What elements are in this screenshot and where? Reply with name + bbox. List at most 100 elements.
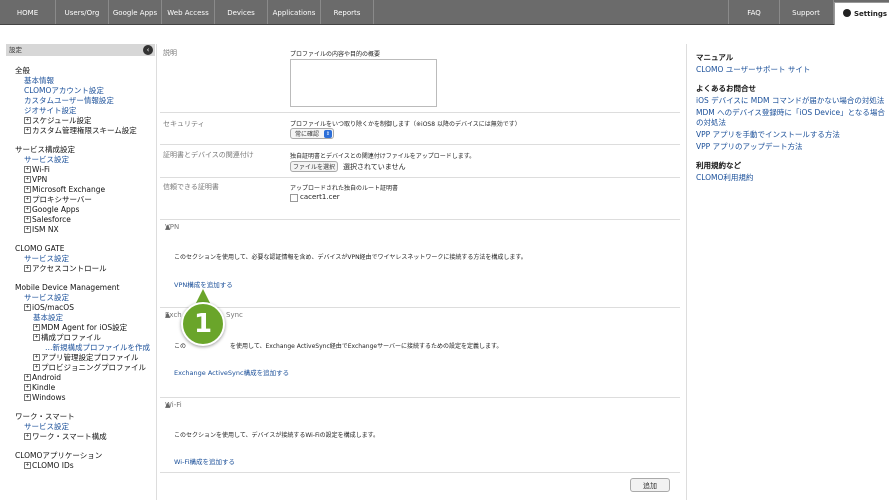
collapse-arrow-icon[interactable]: ▲ xyxy=(165,311,673,319)
sidebar-item-label: ワーク・スマート構成 xyxy=(32,432,107,441)
sidebar-item[interactable]: 基本情報 xyxy=(15,76,155,86)
sidebar-item[interactable]: …新規構成プロファイルを作成 xyxy=(15,343,155,353)
sidebar-item[interactable]: カスタムユーザー情報設定 xyxy=(15,96,155,106)
sidebar-item[interactable]: 基本設定 xyxy=(15,313,155,323)
nav-home[interactable]: HOME xyxy=(0,0,56,24)
sidebar-item[interactable]: + プロビジョニングプロファイル xyxy=(15,363,155,373)
cert-file-name: cacert1.cer xyxy=(300,193,340,201)
sidebar-item[interactable]: + iOS/macOS xyxy=(15,303,155,313)
sidebar-item[interactable]: サービス設定 xyxy=(15,422,155,432)
expand-plus-icon[interactable]: + xyxy=(24,195,31,203)
sidebar-item[interactable]: + Google Apps xyxy=(15,205,155,215)
sidebar-item[interactable]: + VPN xyxy=(15,175,155,185)
sidebar-item[interactable]: サービス設定 xyxy=(15,293,155,303)
expand-plus-icon[interactable]: + xyxy=(33,363,40,371)
select-arrows-icon: ⇕ xyxy=(324,130,332,138)
expand-plus-icon[interactable]: + xyxy=(24,215,31,223)
collapse-arrow-icon[interactable]: ▲ xyxy=(165,401,673,409)
expand-plus-icon[interactable]: + xyxy=(24,264,31,272)
main-content: 説明 プロファイルの内容や目的の概要 セキュリティ プロファイルをいつ取り除くか… xyxy=(160,44,680,500)
expand-plus-icon[interactable]: + xyxy=(24,175,31,183)
sidebar-item-label: Windows xyxy=(32,393,66,402)
expand-plus-icon[interactable]: + xyxy=(33,323,40,331)
help-link[interactable]: CLOMO利用規約 xyxy=(696,173,886,183)
expand-plus-icon[interactable]: + xyxy=(24,393,31,401)
help-link[interactable]: iOS デバイスに MDM コマンドが届かない場合の対処法 xyxy=(696,96,886,106)
nav-settings-tab[interactable]: Settings xyxy=(834,2,889,25)
sidebar-item[interactable]: + Android xyxy=(15,373,155,383)
cert-assoc-hint: 独自証明書とデバイスとの関連付けファイルをアップロードします。 xyxy=(290,153,476,160)
help-link[interactable]: VPP アプリを手動でインストールする方法 xyxy=(696,130,886,140)
help-link[interactable]: CLOMO ユーザーサポート サイト xyxy=(696,65,886,75)
sidebar-item-label: サービス設定 xyxy=(24,155,69,164)
sidebar-item-label: Salesforce xyxy=(32,215,71,224)
sidebar-item[interactable]: + ISM NX xyxy=(15,225,155,235)
nav-reports[interactable]: Reports xyxy=(321,0,374,24)
sidebar-item[interactable]: + MDM Agent for iOS設定 xyxy=(15,323,155,333)
add-vpn-link[interactable]: VPN構成を追加する xyxy=(174,279,233,289)
choose-file-button[interactable]: ファイルを選択 xyxy=(290,161,338,172)
sidebar-item-label: プロビジョニングプロファイル xyxy=(41,363,146,372)
vpn-section-header[interactable]: VPN ▲ xyxy=(160,219,680,234)
nav-google-apps[interactable]: Google Apps xyxy=(109,0,162,24)
nav-devices[interactable]: Devices xyxy=(215,0,268,24)
expand-plus-icon[interactable]: + xyxy=(24,205,31,213)
sidebar-item[interactable]: + プロキシサーバー xyxy=(15,195,155,205)
expand-plus-icon[interactable]: + xyxy=(24,461,31,469)
chevron-left-icon[interactable]: ‹ xyxy=(143,45,153,55)
expand-plus-icon[interactable]: + xyxy=(24,116,31,124)
help-section-heading: 利用規約など xyxy=(696,161,741,170)
expand-plus-icon[interactable]: + xyxy=(24,432,31,440)
add-button[interactable]: 追加 xyxy=(630,478,670,492)
cert-checkbox[interactable] xyxy=(290,194,298,202)
expand-plus-icon[interactable]: + xyxy=(24,383,31,391)
step-number: 1 xyxy=(193,309,213,339)
add-exchange-link[interactable]: Exchange ActiveSync構成を追加する xyxy=(174,367,289,377)
help-link[interactable]: MDM へのデバイス登録時に「iOS Device」となる場合の対処法 xyxy=(696,108,886,128)
security-select[interactable]: 常に確認 ⇕ xyxy=(290,128,334,139)
sidebar-item[interactable]: + スケジュール設定 xyxy=(15,116,155,126)
sidebar-item[interactable]: + CLOMO IDs xyxy=(15,461,155,471)
nav-faq[interactable]: FAQ xyxy=(728,0,780,24)
expand-plus-icon[interactable]: + xyxy=(33,333,40,341)
sidebar-item[interactable]: + Windows xyxy=(15,393,155,403)
sidebar-item[interactable]: + Salesforce xyxy=(15,215,155,225)
exchange-section-header[interactable]: Exch Sync ▲ xyxy=(160,307,680,322)
collapse-arrow-icon[interactable]: ▲ xyxy=(165,223,673,231)
sidebar-item[interactable]: + Kindle xyxy=(15,383,155,393)
sidebar-item[interactable]: サービス設定 xyxy=(15,155,155,165)
expand-plus-icon[interactable]: + xyxy=(24,165,31,173)
wifi-section-header[interactable]: Wi-Fi ▲ xyxy=(160,397,680,412)
help-link[interactable]: VPP アプリのアップデート方法 xyxy=(696,142,886,152)
sidebar-title: 設定 xyxy=(9,46,22,54)
expand-plus-icon[interactable]: + xyxy=(24,126,31,134)
expand-plus-icon[interactable]: + xyxy=(24,225,31,233)
help-links-column: マニュアル CLOMO ユーザーサポート サイト よくあるお問合せ iOS デバイスに… xyxy=(696,44,886,183)
sidebar-item[interactable]: + カスタム管理権限スキーム設定 xyxy=(15,126,155,136)
sidebar-item-label: VPN xyxy=(32,175,48,184)
nav-applications[interactable]: Applications xyxy=(268,0,321,24)
expand-plus-icon[interactable]: + xyxy=(24,303,31,311)
sidebar-item[interactable]: + アクセスコントロール xyxy=(15,264,155,274)
sidebar-item[interactable]: + 構成プロファイル xyxy=(15,333,155,343)
description-input[interactable] xyxy=(290,59,437,107)
sidebar-item[interactable]: + Wi-Fi xyxy=(15,165,155,175)
sidebar-item[interactable]: サービス設定 xyxy=(15,254,155,264)
left-divider xyxy=(156,44,157,500)
expand-plus-icon[interactable]: + xyxy=(24,185,31,193)
sidebar-item[interactable]: + ワーク・スマート構成 xyxy=(15,432,155,442)
sidebar-item[interactable]: + Microsoft Exchange xyxy=(15,185,155,195)
expand-plus-icon[interactable]: + xyxy=(24,373,31,381)
nav-web-access[interactable]: Web Access xyxy=(162,0,215,24)
sidebar-item[interactable]: CLOMOアカウント設定 xyxy=(15,86,155,96)
help-section-heading: マニュアル xyxy=(696,53,734,62)
expand-plus-icon[interactable]: + xyxy=(33,353,40,361)
sidebar-item[interactable]: + アプリ管理設定プロファイル xyxy=(15,353,155,363)
add-wifi-link[interactable]: Wi-Fi構成を追加する xyxy=(174,456,235,466)
nav-support[interactable]: Support xyxy=(779,0,834,24)
settings-tab-label: Settings xyxy=(854,10,888,18)
nav-users-org[interactable]: Users/Org xyxy=(56,0,109,24)
sidebar-item[interactable]: ジオサイト設定 xyxy=(15,106,155,116)
